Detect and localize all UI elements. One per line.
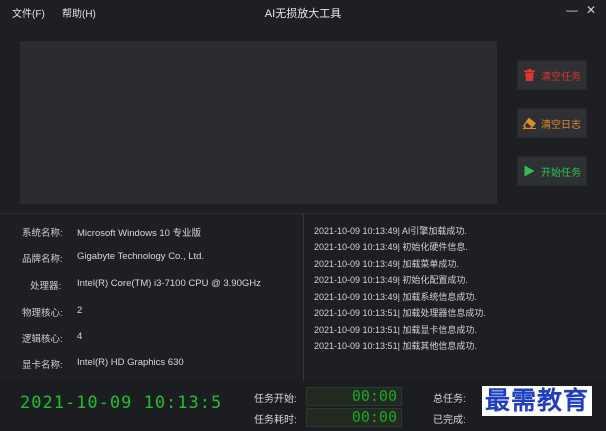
close-icon[interactable]: ✕ bbox=[583, 2, 599, 18]
completed-label: 已完成: bbox=[433, 415, 466, 426]
log-line: 2021-10-09 10:13:51| 加载其他信息成功. bbox=[314, 341, 477, 351]
task-list-panel[interactable] bbox=[20, 41, 497, 204]
total-tasks-label: 总任务: bbox=[433, 394, 466, 405]
watermark-logo: 最需教育 bbox=[482, 386, 593, 416]
clear-tasks-label: 清空任务 bbox=[541, 71, 581, 83]
log-line: 2021-10-09 10:13:51| 加载处理器信息成功. bbox=[314, 308, 486, 318]
log-line: 2021-10-09 10:13:49| 初始化配置成功. bbox=[314, 275, 468, 285]
gpu-name-value: Intel(R) HD Graphics 630 bbox=[77, 357, 184, 368]
cpu-value: Intel(R) Core(TM) i3-7100 CPU @ 3.90GHz bbox=[77, 278, 261, 289]
play-icon bbox=[523, 165, 536, 178]
eraser-icon bbox=[523, 117, 536, 130]
brand-name-value: Gigabyte Technology Co., Ltd. bbox=[77, 251, 205, 262]
start-task-button[interactable]: 开始任务 bbox=[517, 156, 587, 186]
divider-vertical bbox=[303, 214, 304, 382]
digital-clock: 2021-10-09 10:13:5 bbox=[20, 393, 223, 413]
task-elapsed-display: 00:00 bbox=[306, 408, 402, 427]
task-elapsed-label: 任务耗时: bbox=[254, 415, 297, 426]
brand-name-label: 品牌名称: bbox=[22, 254, 63, 265]
clear-log-button[interactable]: 清空日志 bbox=[517, 108, 587, 138]
start-task-label: 开始任务 bbox=[541, 167, 581, 179]
log-line: 2021-10-09 10:13:49| 加载系统信息成功. bbox=[314, 292, 477, 302]
minimize-icon[interactable]: — bbox=[564, 2, 580, 18]
task-start-label: 任务开始: bbox=[254, 394, 297, 405]
physical-cores-value: 2 bbox=[77, 305, 83, 316]
log-line: 2021-10-09 10:13:49| 加载菜单成功. bbox=[314, 259, 459, 269]
os-name-label: 系统名称: bbox=[22, 228, 63, 239]
window-title: AI无损放大工具 bbox=[264, 8, 342, 20]
log-line: 2021-10-09 10:13:51| 加载显卡信息成功. bbox=[314, 325, 477, 335]
clear-log-label: 清空日志 bbox=[541, 119, 581, 131]
task-start-display: 00:00 bbox=[306, 387, 402, 406]
trash-icon bbox=[523, 69, 536, 82]
log-line: 2021-10-09 10:13:49| 初始化硬件信息. bbox=[314, 242, 468, 252]
os-name-value: Microsoft Windows 10 专业版 bbox=[77, 228, 202, 239]
log-line: 2021-10-09 10:13:49| AI引擎加载成功. bbox=[314, 226, 467, 236]
clear-tasks-button[interactable]: 清空任务 bbox=[517, 60, 587, 90]
gpu-name-label: 显卡名称: bbox=[22, 360, 63, 371]
physical-cores-label: 物理核心: bbox=[22, 308, 63, 319]
cpu-label: 处理器: bbox=[30, 281, 62, 292]
logical-cores-value: 4 bbox=[77, 331, 83, 342]
logical-cores-label: 逻辑核心: bbox=[22, 334, 63, 345]
title-bar: 文件(F) 帮助(H) AI无损放大工具 — ✕ bbox=[0, 0, 606, 22]
